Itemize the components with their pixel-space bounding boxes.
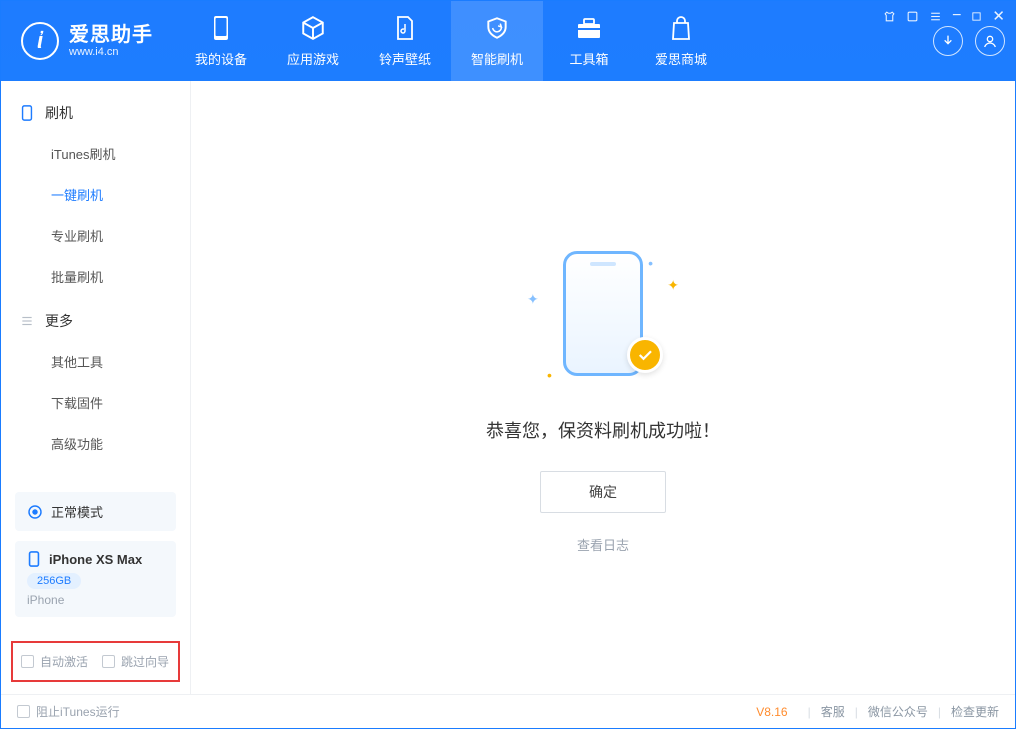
device-name: iPhone XS Max	[49, 552, 142, 567]
refresh-shield-icon	[484, 15, 510, 41]
skin-icon[interactable]	[883, 10, 896, 23]
checkbox-block-itunes[interactable]: 阻止iTunes运行	[17, 703, 120, 720]
footer-link-support[interactable]: 客服	[821, 703, 845, 720]
brand: ἰ 爱思助手 www.i4.cn	[1, 1, 175, 81]
sparkle-icon: •	[648, 255, 653, 271]
sparkle-icon: ✦	[527, 291, 539, 308]
checkbox-icon	[21, 655, 34, 668]
device-capacity-badge: 256GB	[27, 573, 81, 589]
toolbox-icon	[576, 15, 602, 41]
main-content: ✦ ✦ • • 恭喜您，保资料刷机成功啦！ 确定 查看日志	[191, 81, 1015, 694]
sidebar-item-advanced[interactable]: 高级功能	[1, 423, 190, 464]
cube-icon	[300, 15, 326, 41]
sidebar-item-other-tools[interactable]: 其他工具	[1, 341, 190, 382]
sidebar-group-more: 更多	[1, 297, 190, 341]
checkbox-skip-guide[interactable]: 跳过向导	[102, 653, 169, 670]
music-file-icon	[392, 15, 418, 41]
footer-link-update[interactable]: 检查更新	[951, 703, 999, 720]
device-icon	[19, 105, 35, 121]
footer: 阻止iTunes运行 V8.16 | 客服 | 微信公众号 | 检查更新	[1, 694, 1015, 728]
feedback-icon[interactable]	[906, 10, 919, 23]
sidebar: 刷机 iTunes刷机 一键刷机 专业刷机 批量刷机 更多 其他工具 下载固件 …	[1, 81, 191, 694]
checkbox-auto-activate[interactable]: 自动激活	[21, 653, 88, 670]
nav-store[interactable]: 爱思商城	[635, 1, 727, 81]
success-message: 恭喜您，保资料刷机成功啦！	[486, 417, 720, 443]
titlebar: ἰ 爱思助手 www.i4.cn 我的设备 应用游戏 铃声壁纸	[1, 1, 1015, 81]
device-type: iPhone	[27, 593, 164, 607]
top-nav: 我的设备 应用游戏 铃声壁纸 智能刷机 工具箱	[175, 1, 727, 81]
brand-logo-icon: ἰ	[21, 22, 59, 60]
sparkle-icon: •	[547, 367, 552, 383]
download-button[interactable]	[933, 26, 963, 56]
sparkle-icon: ✦	[667, 277, 679, 294]
nav-my-device[interactable]: 我的设备	[175, 1, 267, 81]
sidebar-group-flash: 刷机	[1, 89, 190, 133]
checkbox-icon	[17, 705, 30, 718]
brand-title: 爱思助手	[69, 24, 153, 46]
menu-icon[interactable]	[929, 10, 942, 23]
device-small-icon	[27, 551, 41, 567]
nav-flash[interactable]: 智能刷机	[451, 1, 543, 81]
minimize-button[interactable]: −	[952, 12, 961, 20]
nav-ringtones[interactable]: 铃声壁纸	[359, 1, 451, 81]
footer-link-wechat[interactable]: 微信公众号	[868, 703, 928, 720]
phone-icon	[208, 15, 234, 41]
sidebar-item-itunes-flash[interactable]: iTunes刷机	[1, 133, 190, 174]
brand-subtitle: www.i4.cn	[69, 46, 153, 58]
sidebar-item-download-firmware[interactable]: 下载固件	[1, 382, 190, 423]
nav-toolbox[interactable]: 工具箱	[543, 1, 635, 81]
maximize-button[interactable]	[971, 11, 982, 22]
mode-icon	[27, 504, 43, 520]
sidebar-item-batch-flash[interactable]: 批量刷机	[1, 256, 190, 297]
ok-button[interactable]: 确定	[540, 471, 666, 513]
nav-apps-games[interactable]: 应用游戏	[267, 1, 359, 81]
success-illustration: ✦ ✦ • •	[513, 251, 693, 391]
sidebar-item-pro-flash[interactable]: 专业刷机	[1, 215, 190, 256]
mode-label: 正常模式	[51, 502, 103, 521]
version-label: V8.16	[756, 705, 787, 719]
sidebar-item-oneclick-flash[interactable]: 一键刷机	[1, 174, 190, 215]
success-check-icon	[627, 337, 663, 373]
device-card[interactable]: iPhone XS Max 256GB iPhone	[15, 541, 176, 617]
highlighted-options: 自动激活 跳过向导	[11, 641, 180, 682]
view-log-link[interactable]: 查看日志	[577, 535, 629, 554]
account-button[interactable]	[975, 26, 1005, 56]
list-icon	[19, 313, 35, 329]
mode-card[interactable]: 正常模式	[15, 492, 176, 531]
checkbox-icon	[102, 655, 115, 668]
bag-icon	[668, 15, 694, 41]
close-button[interactable]: ✕	[992, 7, 1005, 25]
